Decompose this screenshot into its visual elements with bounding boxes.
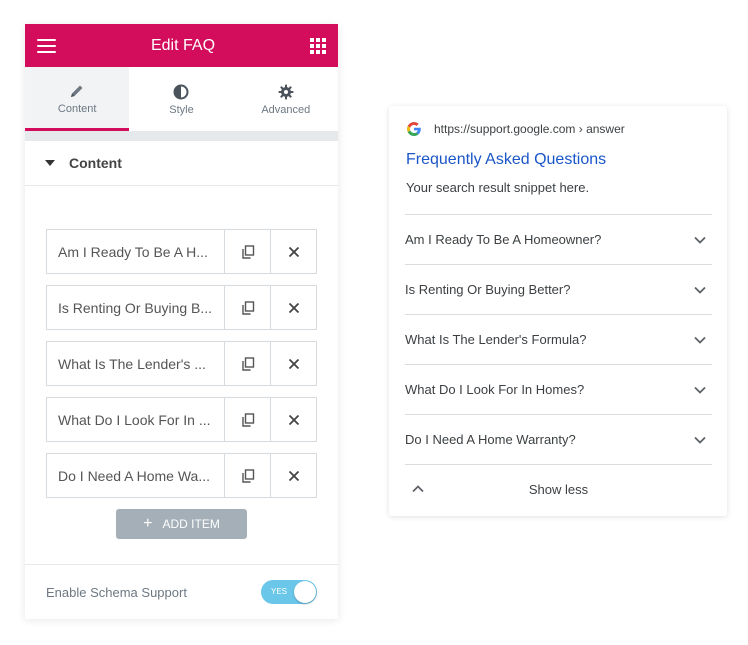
copy-icon <box>241 412 254 427</box>
copy-icon <box>241 300 254 315</box>
repeater-item: Do I Need A Home Wa... <box>46 453 317 498</box>
chevron-down-icon <box>694 236 706 244</box>
serp-url: https://support.google.com › answer <box>434 122 625 136</box>
tab-advanced[interactable]: Advanced <box>234 67 338 131</box>
duplicate-item-button[interactable] <box>224 398 270 441</box>
tab-style-label: Style <box>169 104 194 116</box>
add-item-wrap: + ADD ITEM <box>46 509 317 539</box>
faq-question: What Is The Lender's Formula? <box>405 332 587 347</box>
repeater-item: Am I Ready To Be A H... <box>46 229 317 274</box>
serp-header: https://support.google.com › answer Freq… <box>389 106 727 195</box>
chevron-down-icon <box>694 436 706 444</box>
panel-header: Edit FAQ <box>25 24 338 67</box>
duplicate-item-button[interactable] <box>224 286 270 329</box>
schema-support-toggle[interactable]: YES <box>261 580 317 604</box>
faq-items-repeater: Am I Ready To Be A H... Is Renting Or Bu… <box>25 186 338 539</box>
close-icon <box>288 302 299 313</box>
serp-snippet: Your search result snippet here. <box>406 180 590 195</box>
repeater-item-title[interactable]: Do I Need A Home Wa... <box>47 454 224 497</box>
serp-title-link[interactable]: Frequently Asked Questions <box>406 151 711 169</box>
chevron-down-icon <box>694 286 706 294</box>
repeater-item-title[interactable]: What Do I Look For In ... <box>47 398 224 441</box>
repeater-item-title[interactable]: Is Renting Or Buying B... <box>47 286 224 329</box>
toggle-knob <box>294 581 316 603</box>
section-title: Content <box>69 155 122 171</box>
caret-down-icon <box>45 160 55 166</box>
repeater-item: What Do I Look For In ... <box>46 397 317 442</box>
content-section-toggle[interactable]: Content <box>25 141 338 186</box>
serp-url-row: https://support.google.com › answer <box>406 121 711 137</box>
tab-advanced-label: Advanced <box>261 104 311 116</box>
faq-accordion-item[interactable]: Am I Ready To Be A Homeowner? <box>405 215 712 265</box>
remove-item-button[interactable] <box>270 342 316 385</box>
remove-item-button[interactable] <box>270 230 316 273</box>
schema-support-row: Enable Schema Support YES <box>25 564 338 619</box>
toggle-yes-label: YES <box>271 587 288 596</box>
tab-style[interactable]: Style <box>129 67 233 131</box>
show-less-label: Show less <box>528 481 589 497</box>
edit-faq-panel: Edit FAQ Content Style Advanced Content … <box>25 24 338 619</box>
faq-accordion-item[interactable]: What Do I Look For In Homes? <box>405 365 712 415</box>
faq-accordion-item[interactable]: Do I Need A Home Warranty? <box>405 415 712 465</box>
widgets-grid-icon[interactable] <box>310 37 326 54</box>
copy-icon <box>241 356 254 371</box>
schema-support-label: Enable Schema Support <box>46 584 187 600</box>
search-result-card: https://support.google.com › answer Freq… <box>389 106 727 516</box>
faq-accordion-item[interactable]: Is Renting Or Buying Better? <box>405 265 712 315</box>
faq-rich-results: Am I Ready To Be A Homeowner? Is Renting… <box>405 214 712 465</box>
close-icon <box>288 470 299 481</box>
copy-icon <box>241 244 254 259</box>
repeater-item: What Is The Lender's ... <box>46 341 317 386</box>
faq-question: What Do I Look For In Homes? <box>405 382 585 397</box>
google-g-icon <box>407 122 421 136</box>
add-item-button[interactable]: + ADD ITEM <box>116 509 247 539</box>
plus-icon: + <box>143 515 153 532</box>
faq-accordion-item[interactable]: What Is The Lender's Formula? <box>405 315 712 365</box>
close-icon <box>288 246 299 257</box>
repeater-item-title[interactable]: Am I Ready To Be A H... <box>47 230 224 273</box>
close-icon <box>288 358 299 369</box>
tab-content[interactable]: Content <box>25 67 130 131</box>
faq-question: Is Renting Or Buying Better? <box>405 282 571 297</box>
tab-content-label: Content <box>57 102 97 115</box>
faq-question: Am I Ready To Be A Homeowner? <box>405 232 602 247</box>
menu-icon[interactable] <box>37 38 56 53</box>
contrast-icon <box>173 82 189 102</box>
repeater-item-title[interactable]: What Is The Lender's ... <box>47 342 224 385</box>
duplicate-item-button[interactable] <box>224 454 270 497</box>
add-item-label: ADD ITEM <box>162 517 220 531</box>
show-less-button[interactable]: Show less <box>405 465 712 513</box>
gear-icon <box>278 82 294 102</box>
remove-item-button[interactable] <box>270 454 316 497</box>
panel-tabs: Content Style Advanced <box>25 67 338 131</box>
panel-title: Edit FAQ <box>150 36 216 54</box>
chevron-down-icon <box>694 336 706 344</box>
remove-item-button[interactable] <box>270 398 316 441</box>
close-icon <box>288 414 299 425</box>
repeater-item: Is Renting Or Buying B... <box>46 285 317 330</box>
duplicate-item-button[interactable] <box>224 230 270 273</box>
faq-question: Do I Need A Home Warranty? <box>405 432 576 447</box>
pencil-icon <box>69 81 85 101</box>
remove-item-button[interactable] <box>270 286 316 329</box>
duplicate-item-button[interactable] <box>224 342 270 385</box>
copy-icon <box>241 468 254 483</box>
chevron-down-icon <box>694 386 706 394</box>
section-divider <box>25 131 338 141</box>
